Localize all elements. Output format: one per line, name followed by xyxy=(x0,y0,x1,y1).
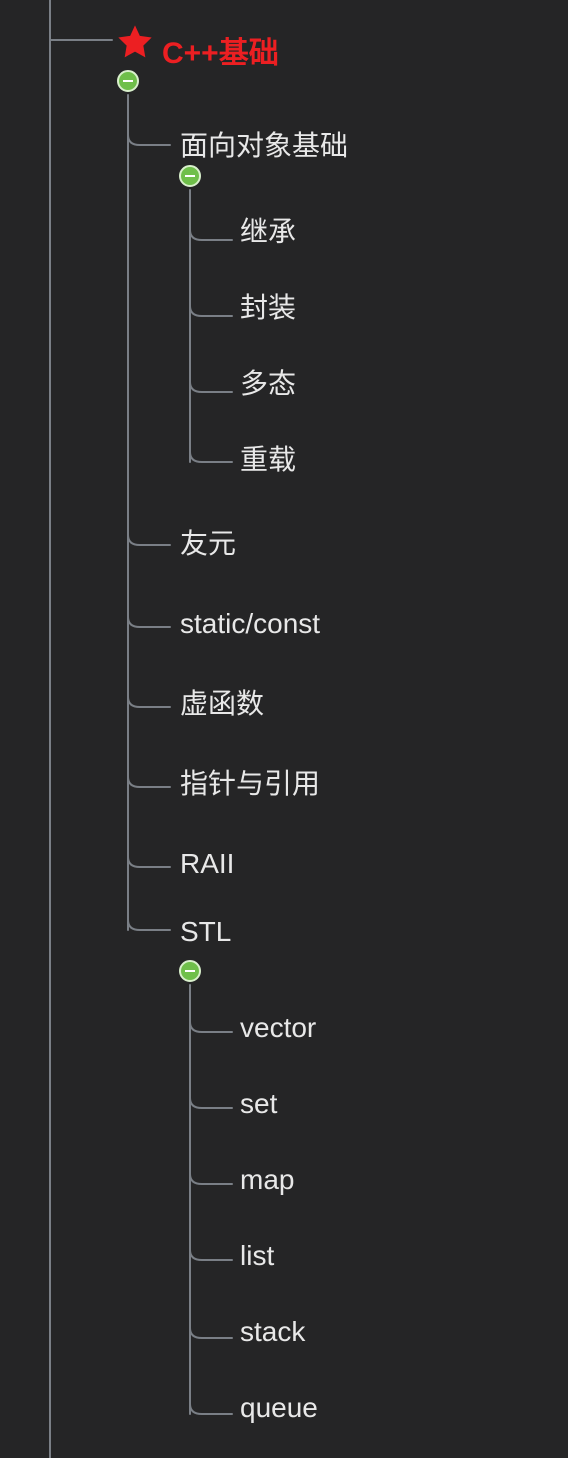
tree-node-list[interactable]: list xyxy=(240,1242,274,1270)
tree-node-set[interactable]: set xyxy=(240,1090,277,1118)
tree-node-ptr-ref[interactable]: 指针与引用 xyxy=(180,770,320,798)
tree-node-oop[interactable]: 面向对象基础 xyxy=(180,132,348,160)
tree-node-static-const[interactable]: static/const xyxy=(180,610,320,638)
tree-root-label[interactable]: C++基础 xyxy=(162,28,279,72)
tree-node-friend[interactable]: 友元 xyxy=(180,530,236,558)
tree-node-encap[interactable]: 封装 xyxy=(240,294,296,322)
tree-node-stack[interactable]: stack xyxy=(240,1318,305,1346)
tree-node-virtual[interactable]: 虚函数 xyxy=(180,690,264,718)
collapse-toggle-root[interactable] xyxy=(117,70,139,92)
tree-node-poly[interactable]: 多态 xyxy=(240,370,296,398)
tree-node-overload[interactable]: 重载 xyxy=(240,446,296,474)
tree-node-raii[interactable]: RAII xyxy=(180,850,234,878)
tree-node-stl[interactable]: STL xyxy=(180,918,231,946)
collapse-toggle-oop[interactable] xyxy=(179,165,201,187)
tree-node-map[interactable]: map xyxy=(240,1166,294,1194)
tree-node-vector[interactable]: vector xyxy=(240,1014,316,1042)
star-icon xyxy=(115,22,155,69)
tree-node-inherit[interactable]: 继承 xyxy=(240,218,296,246)
tree-node-queue[interactable]: queue xyxy=(240,1394,318,1422)
collapse-toggle-stl[interactable] xyxy=(179,960,201,982)
